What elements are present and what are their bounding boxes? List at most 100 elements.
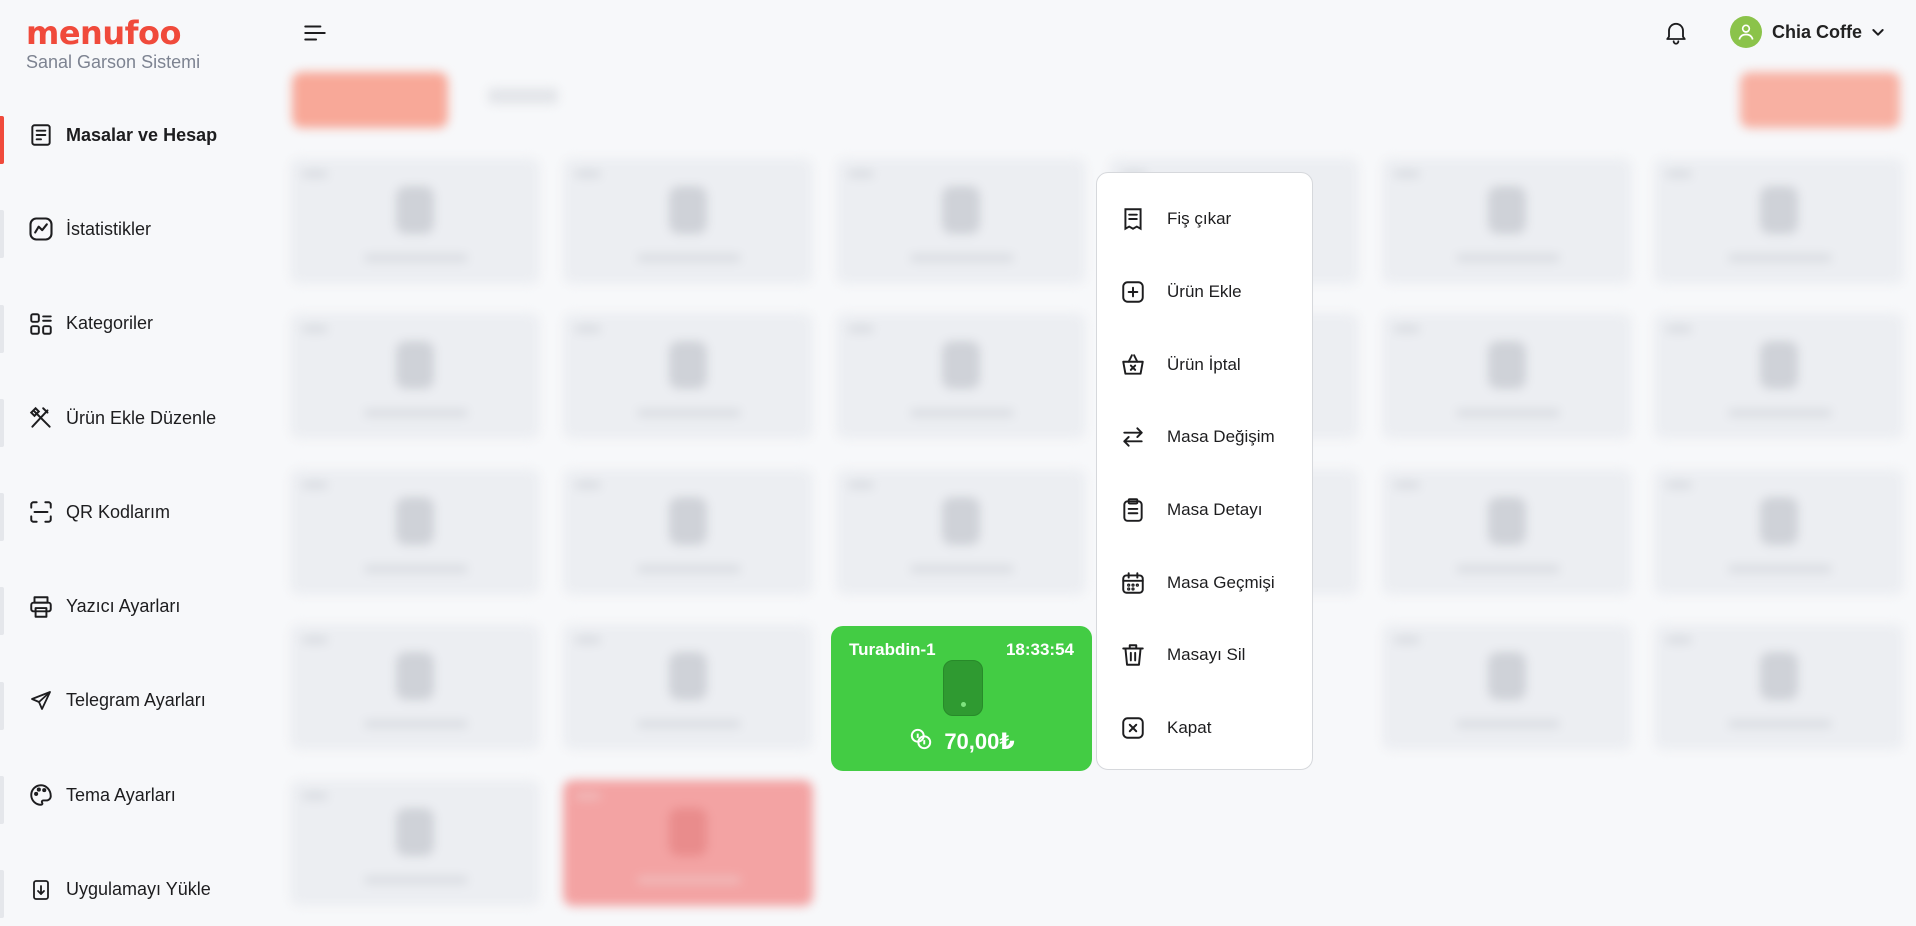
menu-item-masayi-sil[interactable]: Masayı Sil [1097, 619, 1312, 692]
menu-item-masa-detayi[interactable]: Masa Detayı [1097, 474, 1312, 547]
table-tile [1382, 313, 1632, 439]
menu-item-label: Masa Değişim [1167, 427, 1275, 447]
sidebar-item-kategoriler[interactable]: Kategoriler [0, 277, 276, 371]
sidebar-item-label: Kategoriler [66, 313, 154, 334]
sidebar-item-label: QR Kodlarım [66, 501, 171, 522]
brand-tagline: Sanal Garson Sistemi [26, 52, 201, 72]
nav-divider [0, 776, 4, 825]
menu-item-fis-cikar[interactable]: Fiş çıkar [1097, 183, 1312, 256]
swap-arrows-icon [1118, 422, 1148, 452]
table-tile [290, 469, 540, 595]
nav-divider [0, 210, 4, 259]
sidebar-item-istatistikler[interactable]: İstatistikler [0, 182, 276, 276]
menu-item-label: Ürün Ekle [1167, 282, 1242, 302]
sidebar-item-label: Uygulamayı Yükle [66, 879, 211, 900]
qr-scan-icon [26, 497, 56, 527]
brand-name: menufoo [26, 14, 182, 52]
menu-item-label: Fiş çıkar [1167, 209, 1232, 229]
download-icon [26, 875, 56, 905]
menu-item-label: Masa Detayı [1167, 500, 1263, 520]
categories-icon [26, 309, 56, 339]
sidebar-item-qr[interactable]: QR Kodlarım [0, 465, 276, 559]
close-square-icon [1118, 713, 1148, 743]
table-total: 70,00₺ [831, 726, 1092, 757]
nav-divider [0, 304, 4, 353]
menu-item-kapat[interactable]: Kapat [1097, 692, 1312, 765]
user-avatar-icon [1730, 16, 1762, 48]
table-tile [290, 313, 540, 439]
sidebar-item-masalar[interactable]: Masalar ve Hesap [0, 88, 276, 182]
sidebar-item-yazici[interactable]: Yazıcı Ayarları [0, 559, 276, 653]
blurred-toolbar-tab [488, 88, 558, 104]
table-total-amount: 70,00₺ [944, 728, 1015, 754]
table-tile [836, 313, 1086, 439]
basket-cancel-icon [1118, 350, 1148, 380]
blurred-toolbar-button [292, 72, 448, 128]
user-menu[interactable]: Chia Coffe [1730, 16, 1886, 48]
sidebar-item-uygulama[interactable]: Uygulamayı Yükle [0, 842, 276, 926]
receipt-icon [26, 120, 56, 150]
chevron-down-icon [1870, 24, 1886, 40]
menu-item-label: Masayı Sil [1167, 645, 1246, 665]
table-tile-occupied [563, 780, 813, 906]
table-phone-icon [943, 660, 983, 716]
menu-item-urun-ekle[interactable]: Ürün Ekle [1097, 256, 1312, 329]
table-tile [563, 313, 813, 439]
receipt-icon [1118, 204, 1148, 234]
nav-divider [0, 493, 4, 542]
table-tile [836, 158, 1086, 284]
table-context-menu: Fiş çıkar Ürün Ekle Ürün İptal Masa Deği… [1096, 172, 1313, 770]
nav-divider [0, 587, 4, 636]
send-icon [26, 686, 56, 716]
table-tile [1654, 158, 1904, 284]
active-table-card[interactable]: Turabdin-1 18:33:54 70,00₺ [831, 626, 1092, 771]
table-tile [1382, 469, 1632, 595]
brand-logo[interactable]: menufoo Sanal Garson Sistemi [26, 16, 200, 73]
blurred-toolbar-button [1740, 72, 1900, 128]
calendar-icon [1118, 568, 1148, 598]
nav-divider [0, 870, 4, 919]
menu-toggle-icon[interactable] [302, 20, 328, 46]
menu-item-label: Kapat [1167, 718, 1212, 738]
sidebar-item-label: Telegram Ayarları [66, 690, 206, 711]
table-tile [563, 469, 813, 595]
chart-icon [26, 214, 56, 244]
menu-item-label: Ürün İptal [1167, 354, 1241, 374]
table-tile [290, 780, 540, 906]
nav-divider [0, 398, 4, 447]
table-time: 18:33:54 [1005, 640, 1074, 659]
sidebar-item-label: Ürün Ekle Düzenle [66, 407, 217, 428]
menu-item-masa-gecmisi[interactable]: Masa Geçmişi [1097, 546, 1312, 619]
menu-item-masa-degisim[interactable]: Masa Değişim [1097, 401, 1312, 474]
trash-icon [1118, 640, 1148, 670]
table-tile [563, 158, 813, 284]
coins-icon [908, 726, 934, 757]
table-tile [563, 624, 813, 750]
clipboard-icon [1118, 495, 1148, 525]
sidebar-item-urun-ekle[interactable]: Ürün Ekle Düzenle [0, 371, 276, 465]
sidebar-item-label: Yazıcı Ayarları [66, 596, 181, 617]
sidebar-item-tema[interactable]: Tema Ayarları [0, 748, 276, 842]
table-tile [836, 469, 1086, 595]
menu-item-label: Masa Geçmişi [1167, 572, 1275, 592]
table-tile [1654, 624, 1904, 750]
sidebar-item-label: İstatistikler [66, 218, 152, 239]
menu-item-urun-iptal[interactable]: Ürün İptal [1097, 328, 1312, 401]
sidebar-item-label: Masalar ve Hesap [66, 124, 218, 145]
table-tile [1654, 313, 1904, 439]
nav-divider [0, 681, 4, 730]
active-indicator [0, 116, 4, 164]
table-name: Turabdin-1 [849, 640, 936, 659]
user-name: Chia Coffe [1772, 21, 1862, 42]
palette-icon [26, 780, 56, 810]
table-tile [1382, 158, 1632, 284]
printer-icon [26, 592, 56, 622]
sidebar-item-label: Tema Ayarları [66, 784, 176, 805]
table-tile [290, 158, 540, 284]
sidebar-nav: Masalar ve Hesap İstatistikler Kategoril… [0, 88, 276, 926]
notification-bell-icon[interactable] [1662, 18, 1690, 46]
table-tile [290, 624, 540, 750]
utensils-icon [26, 403, 56, 433]
sidebar-item-telegram[interactable]: Telegram Ayarları [0, 654, 276, 748]
table-tile [1654, 469, 1904, 595]
